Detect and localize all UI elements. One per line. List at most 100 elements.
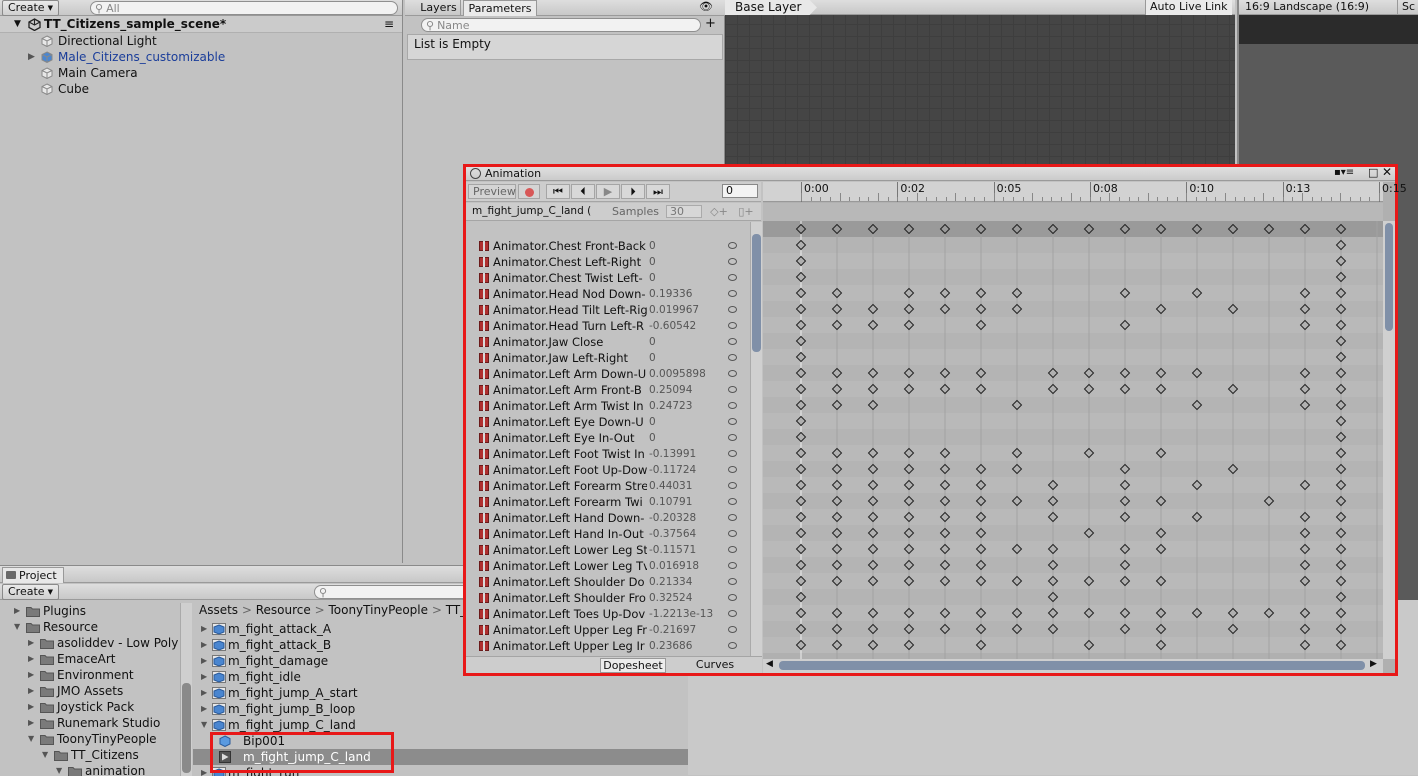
- asset-item[interactable]: ▼m_fight_jump_C_land: [193, 717, 688, 733]
- tab-layers[interactable]: Layers: [417, 0, 461, 16]
- property-options-icon[interactable]: [728, 642, 737, 649]
- dopesheet-row[interactable]: [763, 269, 1383, 285]
- animation-property-row[interactable]: Animator.Left Lower Leg St-0.11571: [466, 542, 750, 558]
- dopesheet-row[interactable]: [763, 285, 1383, 301]
- collapse-arrow-icon[interactable]: ▼: [28, 731, 34, 747]
- expand-arrow-icon[interactable]: ▶: [201, 637, 207, 653]
- dopesheet-row[interactable]: [763, 541, 1383, 557]
- animation-property-row[interactable]: Animator.Left Forearm Twi0.10791: [466, 494, 750, 510]
- breadcrumb-item[interactable]: ToonyTinyPeople: [328, 603, 428, 617]
- property-value[interactable]: 0.016918: [649, 558, 721, 574]
- property-value[interactable]: -1.2213e-13: [649, 606, 721, 622]
- property-value[interactable]: -0.13991: [649, 446, 721, 462]
- folder-tree-item[interactable]: ▶Plugins: [0, 603, 180, 619]
- folder-tree-item[interactable]: ▶Runemark Studio: [0, 715, 180, 731]
- property-value[interactable]: 0.32524: [649, 590, 721, 606]
- dopesheet-row[interactable]: [763, 621, 1383, 637]
- property-options-icon[interactable]: [728, 562, 737, 569]
- dopesheet-row[interactable]: [763, 349, 1383, 365]
- animation-property-row[interactable]: Animator.Left Arm Front-B0.25094: [466, 382, 750, 398]
- hierarchy-create-button[interactable]: Create ▼: [2, 0, 59, 16]
- scene-header[interactable]: ▼ TT_Citizens_sample_scene* ≡: [0, 16, 402, 33]
- animation-property-row[interactable]: Animator.Left Shoulder Do0.21334: [466, 574, 750, 590]
- collapse-arrow-icon[interactable]: ▼: [201, 717, 207, 733]
- dopesheet-row[interactable]: [763, 525, 1383, 541]
- dopesheet-row[interactable]: [763, 557, 1383, 573]
- hierarchy-item[interactable]: Directional Light: [0, 33, 402, 49]
- property-options-icon[interactable]: [728, 274, 737, 281]
- folder-tree-scrollbar[interactable]: [180, 603, 192, 776]
- frame-input[interactable]: 0: [722, 184, 758, 198]
- property-options-icon[interactable]: [728, 594, 737, 601]
- event-row[interactable]: [763, 203, 1383, 221]
- property-options-icon[interactable]: [728, 338, 737, 345]
- folder-tree-item[interactable]: ▼Resource: [0, 619, 180, 635]
- property-value[interactable]: -0.60542: [649, 318, 721, 334]
- animation-property-row[interactable]: Animator.Chest Front-Back0: [466, 238, 750, 254]
- animation-property-row[interactable]: Animator.Left Arm Twist In0.24723: [466, 398, 750, 414]
- animation-property-row[interactable]: Animator.Left Upper Leg Fr-0.21697: [466, 622, 750, 638]
- property-value[interactable]: 0.25094: [649, 382, 721, 398]
- property-value[interactable]: 0: [649, 334, 721, 350]
- animation-property-row[interactable]: Animator.Left Arm Down-U0.0095898: [466, 366, 750, 382]
- animation-property-row[interactable]: Animator.Left Foot Up-Dow-0.11724: [466, 462, 750, 478]
- property-options-icon[interactable]: [728, 370, 737, 377]
- timeline-ruler[interactable]: 0:000:020:050:080:100:130:15: [763, 182, 1383, 202]
- breadcrumb-base-layer[interactable]: Base Layer: [725, 0, 817, 15]
- collapse-arrow-icon[interactable]: ▼: [14, 619, 20, 635]
- property-options-icon[interactable]: [728, 242, 737, 249]
- animation-property-row[interactable]: Animator.Chest Twist Left-0: [466, 270, 750, 286]
- window-menu-icon[interactable]: ▪▾≡: [1334, 167, 1354, 178]
- folder-tree-item[interactable]: ▼ToonyTinyPeople: [0, 731, 180, 747]
- property-options-icon[interactable]: [728, 610, 737, 617]
- property-value[interactable]: 0: [649, 270, 721, 286]
- breadcrumb-item[interactable]: Resource: [256, 603, 311, 617]
- animation-property-row[interactable]: Animator.Left Upper Leg Ir0.23686: [466, 638, 750, 654]
- prev-keyframe-button[interactable]: ⏴: [571, 184, 595, 199]
- hierarchy-item[interactable]: Main Camera: [0, 65, 402, 81]
- property-options-icon[interactable]: [728, 306, 737, 313]
- asset-item[interactable]: ▶m_fight_jump_A_start: [193, 685, 688, 701]
- tab-parameters[interactable]: Parameters: [463, 0, 537, 16]
- property-value[interactable]: -0.37564: [649, 526, 721, 542]
- auto-live-link-button[interactable]: Auto Live Link: [1145, 0, 1232, 15]
- tab-dopesheet[interactable]: Dopesheet: [600, 658, 666, 673]
- samples-input[interactable]: 30: [666, 205, 702, 218]
- property-options-icon[interactable]: [728, 482, 737, 489]
- property-value[interactable]: -0.21697: [649, 622, 721, 638]
- add-parameter-icon[interactable]: +: [705, 16, 716, 31]
- scene-menu-icon[interactable]: ≡: [384, 16, 394, 32]
- expand-arrow-icon[interactable]: ▶: [201, 701, 207, 717]
- next-keyframe-button[interactable]: ⏵: [621, 184, 645, 199]
- dopesheet-row[interactable]: [763, 461, 1383, 477]
- expand-arrow-icon[interactable]: ▶: [28, 49, 35, 65]
- expand-arrow-icon[interactable]: ▶: [201, 669, 207, 685]
- expand-arrow-icon[interactable]: ▶: [201, 653, 207, 669]
- dopesheet-row[interactable]: [763, 253, 1383, 269]
- dopesheet-v-scrollbar[interactable]: [1383, 221, 1395, 659]
- expand-arrow-icon[interactable]: ▶: [201, 685, 207, 701]
- add-event-button[interactable]: ▯+: [736, 205, 756, 219]
- eye-icon[interactable]: 👁: [699, 0, 713, 13]
- dopesheet-row[interactable]: [763, 301, 1383, 317]
- folder-tree-item[interactable]: ▶Environment: [0, 667, 180, 683]
- keyframe-grid[interactable]: [763, 221, 1383, 659]
- dopesheet-row[interactable]: [763, 429, 1383, 445]
- property-options-icon[interactable]: [728, 322, 737, 329]
- maximize-icon[interactable]: □: [1368, 167, 1378, 178]
- dopesheet[interactable]: 0:000:020:050:080:100:130:15 ◀ ▶: [763, 182, 1395, 673]
- property-options-icon[interactable]: [728, 434, 737, 441]
- property-value[interactable]: 0.10791: [649, 494, 721, 510]
- property-value[interactable]: 0: [649, 254, 721, 270]
- property-value[interactable]: 0.23686: [649, 638, 721, 654]
- folder-tree-item[interactable]: ▶asoliddev - Low Poly: [0, 635, 180, 651]
- first-keyframe-button[interactable]: ⏮: [546, 184, 570, 199]
- property-value[interactable]: 0.019967: [649, 302, 721, 318]
- property-options-icon[interactable]: [728, 498, 737, 505]
- dopesheet-row[interactable]: [763, 637, 1383, 653]
- animation-property-row[interactable]: Animator.Left Shoulder Fro0.32524: [466, 590, 750, 606]
- dopesheet-row[interactable]: [763, 221, 1383, 237]
- animation-property-row[interactable]: Animator.Head Nod Down-0.19336: [466, 286, 750, 302]
- parameter-name-search[interactable]: ⚲ Name: [421, 18, 701, 32]
- expand-arrow-icon[interactable]: ▶: [28, 699, 34, 715]
